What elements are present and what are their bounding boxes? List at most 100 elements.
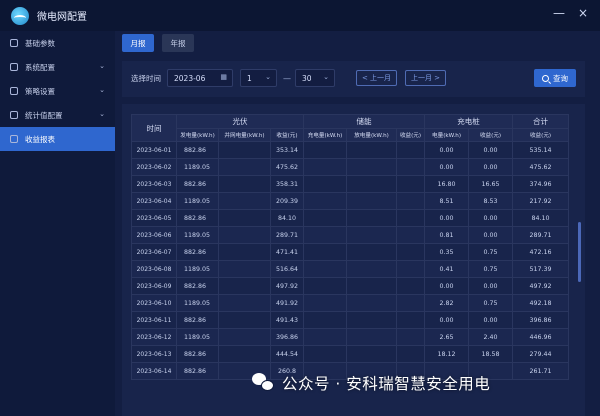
cell-date: 2023-06-10 <box>131 294 177 312</box>
cell-pv-generation: 882.86 <box>176 277 219 295</box>
next-month-button[interactable]: 上一月 > <box>405 70 446 86</box>
cell-date: 2023-06-01 <box>131 141 177 159</box>
cell-pv-grid <box>218 345 271 363</box>
cell-pv-grid <box>218 328 271 346</box>
close-button[interactable]: × <box>575 6 591 20</box>
query-label: 查询 <box>553 73 568 83</box>
cell-pv-grid <box>218 311 271 329</box>
cell-charger-income: 0.00 <box>468 141 514 159</box>
header-storage: 储能 <box>303 114 426 129</box>
cell-total-income: 497.92 <box>512 277 570 295</box>
cell-pv-grid <box>218 277 271 295</box>
tab-year[interactable]: 年报 <box>162 34 194 52</box>
cell-pv-income: 491.43 <box>269 311 305 329</box>
watermark: 公众号 · 安科瑞智慧安全用电 <box>252 372 490 394</box>
cell-pv-grid <box>218 243 271 261</box>
end-day-select[interactable]: 30 ⌄ <box>295 69 335 87</box>
cell-pv-generation: 882.86 <box>176 209 219 227</box>
prev-month-button[interactable]: < 上一月 <box>356 70 397 86</box>
report-icon <box>10 135 18 143</box>
header-pv: 光伏 <box>175 114 305 129</box>
cell-storage-income <box>396 141 426 159</box>
col-pv-generation: 发电量(kW.h) <box>176 128 219 142</box>
tab-month[interactable]: 月报 <box>122 34 154 52</box>
col-pv-grid: 并网电量(kW.h) <box>218 128 271 142</box>
cell-storage-income <box>396 294 426 312</box>
cell-pv-income: 516.64 <box>269 260 305 278</box>
sidebar: 基础参数 系统配置 ⌄ 策略设置 ⌄ 统计值配置 ⌄ 收益报表 <box>0 31 115 416</box>
chevron-down-icon: ⌄ <box>265 73 271 81</box>
sidebar-item-statistics[interactable]: 统计值配置 ⌄ <box>0 103 115 127</box>
cell-charger-income: 0.00 <box>468 277 514 295</box>
col-charger-energy: 电量(kW.h) <box>424 128 470 142</box>
cell-date: 2023-06-09 <box>131 277 177 295</box>
sidebar-item-income-report[interactable]: 收益报表 <box>0 127 115 151</box>
query-button[interactable]: 查询 <box>534 69 576 87</box>
cell-charger-income: 2.40 <box>468 328 514 346</box>
table-row: 2023-06-09 882.86 497.92 0.00 0.00 497.92 <box>131 277 570 295</box>
cell-storage-charge <box>303 328 348 346</box>
cell-pv-income: 491.92 <box>269 294 305 312</box>
col-charger-income: 收益(元) <box>468 128 514 142</box>
cell-storage-discharge <box>346 311 398 329</box>
cell-charger-energy: 0.00 <box>424 209 470 227</box>
cell-charger-income: 0.75 <box>468 294 514 312</box>
cell-charger-income: 0.75 <box>468 260 514 278</box>
minimize-button[interactable]: — <box>551 6 567 20</box>
cell-date: 2023-06-04 <box>131 192 177 210</box>
title-bar: 微电网配置 — × <box>0 0 600 31</box>
sidebar-item-strategy[interactable]: 策略设置 ⌄ <box>0 79 115 103</box>
cell-charger-income: 0.00 <box>468 209 514 227</box>
cell-charger-income: 0.00 <box>468 311 514 329</box>
header-charger: 充电桩 <box>424 114 514 129</box>
table-scrollbar[interactable] <box>578 222 581 282</box>
sidebar-item-label: 统计值配置 <box>25 110 63 120</box>
sidebar-item-basic-params[interactable]: 基础参数 <box>0 31 115 55</box>
cell-storage-income <box>396 311 426 329</box>
month-picker[interactable]: 2023-06 ▦ <box>167 69 233 87</box>
table-row: 2023-06-08 1189.05 516.64 0.41 0.75 517.39 <box>131 260 570 278</box>
cell-date: 2023-06-05 <box>131 209 177 227</box>
cell-pv-generation: 882.86 <box>176 362 219 380</box>
cell-pv-income: 444.54 <box>269 345 305 363</box>
cell-pv-generation: 882.86 <box>176 141 219 159</box>
cell-charger-energy: 0.00 <box>424 277 470 295</box>
range-separator: — <box>283 74 291 83</box>
cell-storage-discharge <box>346 260 398 278</box>
chevron-down-icon: ⌄ <box>99 62 105 70</box>
strategy-icon <box>10 87 18 95</box>
cell-storage-charge <box>303 141 348 159</box>
cell-charger-income: 8.53 <box>468 192 514 210</box>
statistics-icon <box>10 111 18 119</box>
cell-pv-generation: 882.86 <box>176 175 219 193</box>
cell-pv-income: 475.62 <box>269 158 305 176</box>
cell-storage-income <box>396 328 426 346</box>
cell-storage-discharge <box>346 328 398 346</box>
cell-total-income: 84.10 <box>512 209 570 227</box>
start-day-value: 1 <box>247 73 252 83</box>
app-title: 微电网配置 <box>37 12 87 23</box>
cell-date: 2023-06-13 <box>131 345 177 363</box>
header-total: 合计 <box>512 114 570 129</box>
cell-storage-discharge <box>346 175 398 193</box>
cell-charger-income: 0.00 <box>468 226 514 244</box>
watermark-text: 公众号 · 安科瑞智慧安全用电 <box>282 375 491 393</box>
cell-pv-generation: 1189.05 <box>176 158 219 176</box>
start-day-select[interactable]: 1 ⌄ <box>240 69 277 87</box>
cell-storage-discharge <box>346 277 398 295</box>
table-row: 2023-06-07 882.86 471.41 0.35 0.75 472.16 <box>131 243 570 261</box>
col-pv-income: 收益(元) <box>269 128 305 142</box>
cell-pv-generation: 1189.05 <box>176 328 219 346</box>
table-row: 2023-06-13 882.86 444.54 18.12 18.58 279.44 <box>131 345 570 363</box>
cell-pv-generation: 882.86 <box>176 311 219 329</box>
cell-pv-income: 497.92 <box>269 277 305 295</box>
cell-charger-energy: 16.80 <box>424 175 470 193</box>
cell-storage-discharge <box>346 243 398 261</box>
cell-charger-energy: 2.65 <box>424 328 470 346</box>
cell-storage-income <box>396 243 426 261</box>
cell-storage-income <box>396 209 426 227</box>
cell-pv-generation: 1189.05 <box>176 294 219 312</box>
month-value: 2023-06 <box>174 73 206 83</box>
sidebar-item-system-config[interactable]: 系统配置 ⌄ <box>0 55 115 79</box>
cell-charger-energy: 2.82 <box>424 294 470 312</box>
